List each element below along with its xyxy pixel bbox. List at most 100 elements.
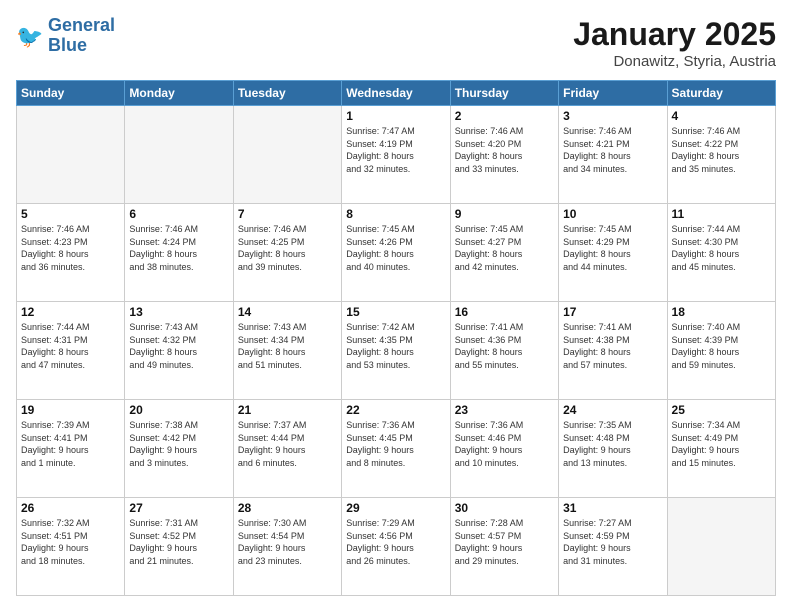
day-info: Sunrise: 7:46 AM Sunset: 4:20 PM Dayligh… [455, 125, 554, 175]
day-number: 29 [346, 501, 445, 515]
calendar-cell: 19 Sunrise: 7:39 AM Sunset: 4:41 PM Dayli… [17, 400, 125, 498]
calendar-cell: 12Sunrise: 7:44 AM Sunset: 4:31 PM Dayli… [17, 302, 125, 400]
calendar-cell: 16 Sunrise: 7:41 AM Sunset: 4:36 PM Dayli… [450, 302, 558, 400]
day-info: Sunrise: 7:44 AM Sunset: 4:30 PM Dayligh… [672, 223, 771, 273]
day-number: 22 [346, 403, 445, 417]
day-number: 16 [455, 305, 554, 319]
day-info: Sunrise: 7:46 AM Sunset: 4:25 PM Dayligh… [238, 223, 337, 273]
page: 🐦 General Blue January 2025 Donawitz, St… [0, 0, 792, 612]
day-number: 27 [129, 501, 228, 515]
calendar-cell: 11Sunrise: 7:44 AM Sunset: 4:30 PM Dayli… [667, 204, 775, 302]
calendar-cell: 30Sunrise: 7:28 AM Sunset: 4:57 PM Dayli… [450, 498, 558, 596]
day-info: Sunrise: 7:46 AM Sunset: 4:23 PM Dayligh… [21, 223, 120, 273]
day-info: Sunrise: 7:45 AM Sunset: 4:29 PM Dayligh… [563, 223, 662, 273]
day-number: 31 [563, 501, 662, 515]
calendar-header-row: SundayMondayTuesdayWednesdayThursdayFrid… [17, 81, 776, 106]
calendar-cell: 22 Sunrise: 7:36 AM Sunset: 4:45 PM Dayli… [342, 400, 450, 498]
day-number: 9 [455, 207, 554, 221]
calendar-cell: 26 Sunrise: 7:32 AM Sunset: 4:51 PM Dayli… [17, 498, 125, 596]
day-number: 23 [455, 403, 554, 417]
calendar-day-header: Wednesday [342, 81, 450, 106]
day-number: 10 [563, 207, 662, 221]
calendar-cell [125, 106, 233, 204]
calendar-week-row: 1Sunrise: 7:47 AM Sunset: 4:19 PM Daylig… [17, 106, 776, 204]
day-number: 7 [238, 207, 337, 221]
calendar-cell: 13Sunrise: 7:43 AM Sunset: 4:32 PM Dayli… [125, 302, 233, 400]
svg-text:🐦: 🐦 [16, 24, 43, 49]
day-number: 25 [672, 403, 771, 417]
calendar-cell: 6Sunrise: 7:46 AM Sunset: 4:24 PM Daylig… [125, 204, 233, 302]
calendar-day-header: Thursday [450, 81, 558, 106]
month-title: January 2025 [573, 16, 776, 53]
day-number: 14 [238, 305, 337, 319]
day-number: 5 [21, 207, 120, 221]
calendar-day-header: Saturday [667, 81, 775, 106]
calendar-cell: 17Sunrise: 7:41 AM Sunset: 4:38 PM Dayli… [559, 302, 667, 400]
day-number: 20 [129, 403, 228, 417]
day-number: 18 [672, 305, 771, 319]
day-info: Sunrise: 7:41 AM Sunset: 4:36 PM Dayligh… [455, 321, 554, 371]
day-info: Sunrise: 7:29 AM Sunset: 4:56 PM Dayligh… [346, 517, 445, 567]
calendar-cell: 24 Sunrise: 7:35 AM Sunset: 4:48 PM Dayli… [559, 400, 667, 498]
day-info: Sunrise: 7:30 AM Sunset: 4:54 PM Dayligh… [238, 517, 337, 567]
day-number: 30 [455, 501, 554, 515]
day-info: Sunrise: 7:39 AM Sunset: 4:41 PM Dayligh… [21, 419, 120, 469]
calendar-cell: 15 Sunrise: 7:42 AM Sunset: 4:35 PM Dayli… [342, 302, 450, 400]
calendar-cell [233, 106, 341, 204]
day-number: 4 [672, 109, 771, 123]
day-info: Sunrise: 7:36 AM Sunset: 4:45 PM Dayligh… [346, 419, 445, 469]
day-number: 17 [563, 305, 662, 319]
logo: 🐦 General Blue [16, 16, 115, 56]
calendar-cell: 7 Sunrise: 7:46 AM Sunset: 4:25 PM Daylig… [233, 204, 341, 302]
calendar-cell: 8Sunrise: 7:45 AM Sunset: 4:26 PM Daylig… [342, 204, 450, 302]
day-info: Sunrise: 7:38 AM Sunset: 4:42 PM Dayligh… [129, 419, 228, 469]
calendar-cell: 31 Sunrise: 7:27 AM Sunset: 4:59 PM Dayli… [559, 498, 667, 596]
header: 🐦 General Blue January 2025 Donawitz, St… [16, 16, 776, 70]
day-info: Sunrise: 7:37 AM Sunset: 4:44 PM Dayligh… [238, 419, 337, 469]
day-number: 24 [563, 403, 662, 417]
day-info: Sunrise: 7:44 AM Sunset: 4:31 PM Dayligh… [21, 321, 120, 371]
calendar-cell [667, 498, 775, 596]
calendar-cell: 3Sunrise: 7:46 AM Sunset: 4:21 PM Daylig… [559, 106, 667, 204]
location: Donawitz, Styria, Austria [573, 53, 776, 70]
calendar-cell: 2 Sunrise: 7:46 AM Sunset: 4:20 PM Daylig… [450, 106, 558, 204]
calendar-day-header: Sunday [17, 81, 125, 106]
day-info: Sunrise: 7:34 AM Sunset: 4:49 PM Dayligh… [672, 419, 771, 469]
calendar-cell: 9Sunrise: 7:45 AM Sunset: 4:27 PM Daylig… [450, 204, 558, 302]
calendar-cell: 21Sunrise: 7:37 AM Sunset: 4:44 PM Dayli… [233, 400, 341, 498]
calendar-day-header: Tuesday [233, 81, 341, 106]
logo-text: General Blue [48, 16, 115, 56]
day-info: Sunrise: 7:31 AM Sunset: 4:52 PM Dayligh… [129, 517, 228, 567]
day-info: Sunrise: 7:42 AM Sunset: 4:35 PM Dayligh… [346, 321, 445, 371]
calendar-cell: 18 Sunrise: 7:40 AM Sunset: 4:39 PM Dayli… [667, 302, 775, 400]
calendar-day-header: Monday [125, 81, 233, 106]
logo-icon: 🐦 [16, 22, 44, 50]
day-number: 8 [346, 207, 445, 221]
calendar-cell: 4 Sunrise: 7:46 AM Sunset: 4:22 PM Daylig… [667, 106, 775, 204]
day-number: 28 [238, 501, 337, 515]
title-block: January 2025 Donawitz, Styria, Austria [573, 16, 776, 70]
calendar-cell: 14Sunrise: 7:43 AM Sunset: 4:34 PM Dayli… [233, 302, 341, 400]
day-number: 2 [455, 109, 554, 123]
calendar-day-header: Friday [559, 81, 667, 106]
calendar-week-row: 26 Sunrise: 7:32 AM Sunset: 4:51 PM Dayli… [17, 498, 776, 596]
day-info: Sunrise: 7:35 AM Sunset: 4:48 PM Dayligh… [563, 419, 662, 469]
day-number: 19 [21, 403, 120, 417]
day-number: 1 [346, 109, 445, 123]
calendar-cell: 20 Sunrise: 7:38 AM Sunset: 4:42 PM Dayli… [125, 400, 233, 498]
day-info: Sunrise: 7:32 AM Sunset: 4:51 PM Dayligh… [21, 517, 120, 567]
day-number: 26 [21, 501, 120, 515]
calendar-cell: 27 Sunrise: 7:31 AM Sunset: 4:52 PM Dayli… [125, 498, 233, 596]
calendar-cell: 28 Sunrise: 7:30 AM Sunset: 4:54 PM Dayli… [233, 498, 341, 596]
calendar-week-row: 12Sunrise: 7:44 AM Sunset: 4:31 PM Dayli… [17, 302, 776, 400]
day-info: Sunrise: 7:40 AM Sunset: 4:39 PM Dayligh… [672, 321, 771, 371]
calendar-week-row: 5 Sunrise: 7:46 AM Sunset: 4:23 PM Daylig… [17, 204, 776, 302]
day-info: Sunrise: 7:46 AM Sunset: 4:24 PM Dayligh… [129, 223, 228, 273]
day-number: 15 [346, 305, 445, 319]
day-info: Sunrise: 7:46 AM Sunset: 4:22 PM Dayligh… [672, 125, 771, 175]
calendar-cell: 29 Sunrise: 7:29 AM Sunset: 4:56 PM Dayli… [342, 498, 450, 596]
day-info: Sunrise: 7:27 AM Sunset: 4:59 PM Dayligh… [563, 517, 662, 567]
calendar-cell: 10 Sunrise: 7:45 AM Sunset: 4:29 PM Dayli… [559, 204, 667, 302]
day-number: 3 [563, 109, 662, 123]
calendar-cell [17, 106, 125, 204]
